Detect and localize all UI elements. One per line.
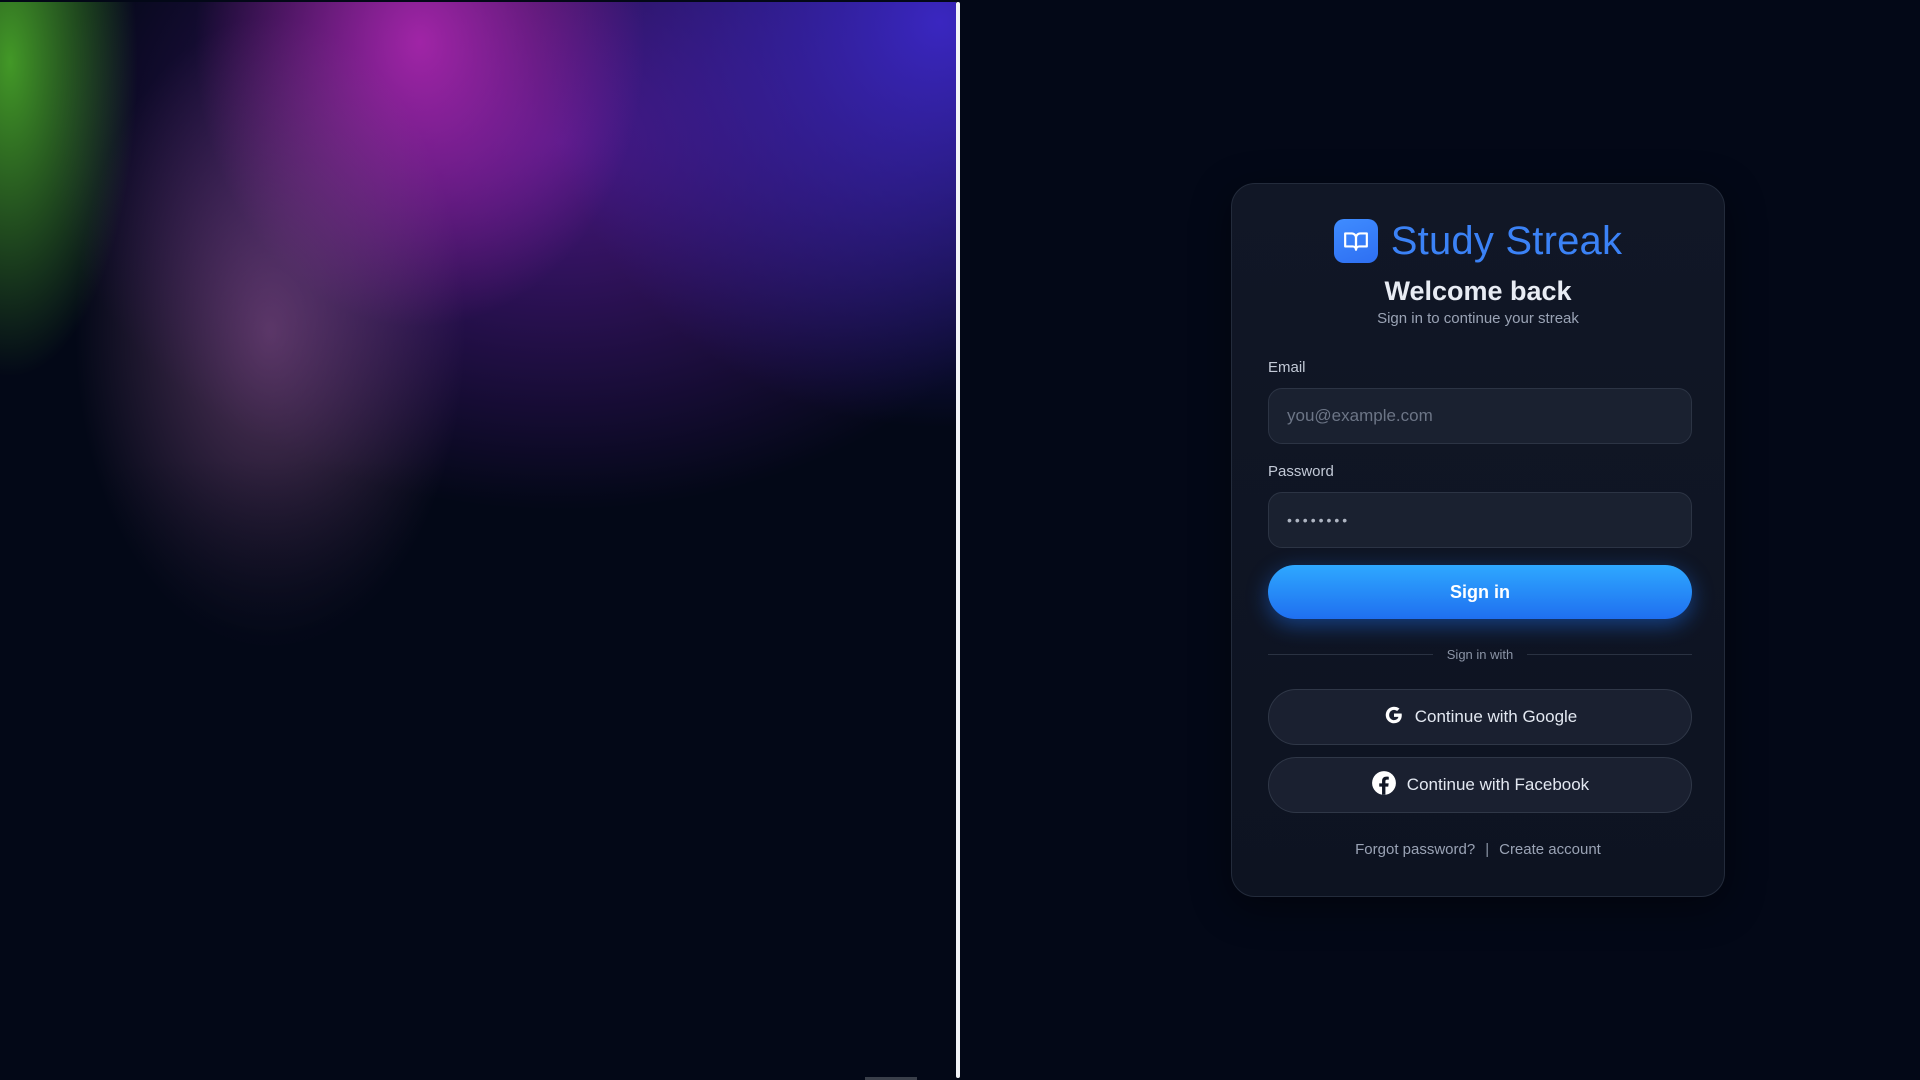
- open-book-icon: [1333, 219, 1378, 263]
- sign-in-with-separator: Sign in with: [1268, 644, 1693, 664]
- email-label: Email: [1268, 359, 1306, 376]
- password-field[interactable]: [1268, 492, 1692, 548]
- brand-header: Study Streak: [1232, 219, 1724, 263]
- email-field[interactable]: [1268, 388, 1692, 444]
- footer-links: Forgot password? | Create account: [1232, 841, 1724, 858]
- continue-with-google-button[interactable]: Continue with Google: [1268, 689, 1692, 745]
- decorative-gradient-panel: [0, 2, 956, 1078]
- forgot-password-link[interactable]: Forgot password?: [1355, 841, 1475, 858]
- facebook-icon: [1371, 770, 1397, 800]
- sign-in-button[interactable]: Sign in: [1268, 565, 1692, 619]
- facebook-button-label: Continue with Facebook: [1406, 775, 1590, 794]
- link-separator: |: [1485, 841, 1490, 858]
- separator-text: Sign in with: [1446, 646, 1514, 662]
- create-account-link[interactable]: Create account: [1499, 841, 1601, 858]
- login-page: Study Streak Welcome back Sign in to con…: [0, 0, 1920, 1080]
- google-icon: [1383, 704, 1405, 730]
- continue-with-facebook-button[interactable]: Continue with Facebook: [1268, 757, 1692, 813]
- page-subtitle: Sign in to continue your streak: [1377, 310, 1579, 327]
- page-title: Welcome back: [1384, 276, 1572, 306]
- brand-name: Study Streak: [1390, 219, 1623, 263]
- password-label: Password: [1268, 463, 1334, 480]
- login-card: Study Streak Welcome back Sign in to con…: [1231, 183, 1725, 897]
- separator-line-right: [1527, 653, 1693, 655]
- google-button-label: Continue with Google: [1414, 707, 1578, 726]
- panel-divider: [956, 2, 960, 1078]
- separator-line-left: [1268, 653, 1433, 655]
